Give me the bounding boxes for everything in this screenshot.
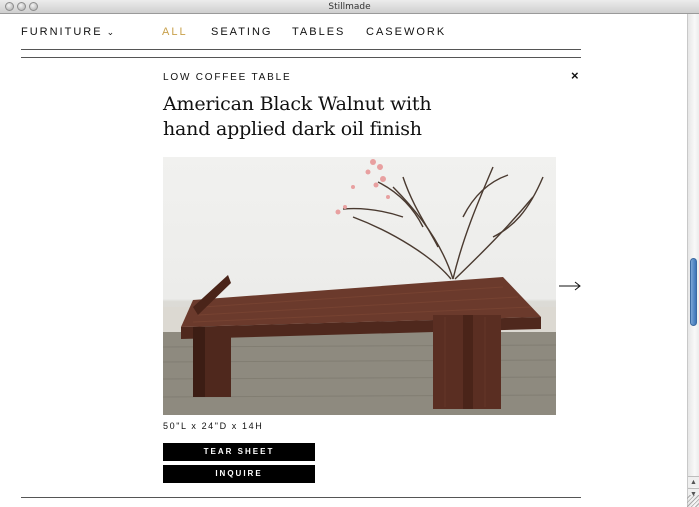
walnut-table-photo xyxy=(163,157,556,415)
window-titlebar: Stillmade xyxy=(0,0,699,14)
resize-grip-icon[interactable] xyxy=(687,495,699,507)
product-title-line: American Black Walnut with xyxy=(163,93,432,115)
top-nav: FURNITURE ⌄ ALL SEATING TABLES CASEWORK xyxy=(0,14,687,50)
furniture-dropdown[interactable]: FURNITURE ⌄ xyxy=(21,26,114,38)
furniture-label: FURNITURE xyxy=(21,26,103,38)
product-title-line: hand applied dark oil finish xyxy=(163,118,422,140)
chevron-down-icon: ⌄ xyxy=(106,27,115,37)
divider xyxy=(21,49,581,50)
vertical-scrollbar[interactable]: ▲ ▼ xyxy=(687,14,699,507)
nav-item-casework[interactable]: CASEWORK xyxy=(366,26,446,38)
inquire-button[interactable]: INQUIRE xyxy=(163,465,315,483)
nav-item-seating[interactable]: SEATING xyxy=(211,26,272,38)
product-dimensions: 50"L x 24"D x 14H xyxy=(163,421,264,431)
divider xyxy=(21,57,581,58)
arrow-right-icon[interactable] xyxy=(558,278,582,294)
close-icon[interactable]: × xyxy=(571,69,579,83)
divider xyxy=(21,497,581,498)
product-category: LOW COFFEE TABLE xyxy=(163,72,292,83)
nav-item-all[interactable]: ALL xyxy=(162,26,188,38)
scroll-up-icon[interactable]: ▲ xyxy=(688,476,699,487)
tear-sheet-button[interactable]: TEAR SHEET xyxy=(163,443,315,461)
scrollbar-thumb[interactable] xyxy=(690,258,697,326)
product-title: American Black Walnut with hand applied … xyxy=(163,92,463,142)
window-title: Stillmade xyxy=(328,2,371,12)
nav-item-tables[interactable]: TABLES xyxy=(292,26,345,38)
